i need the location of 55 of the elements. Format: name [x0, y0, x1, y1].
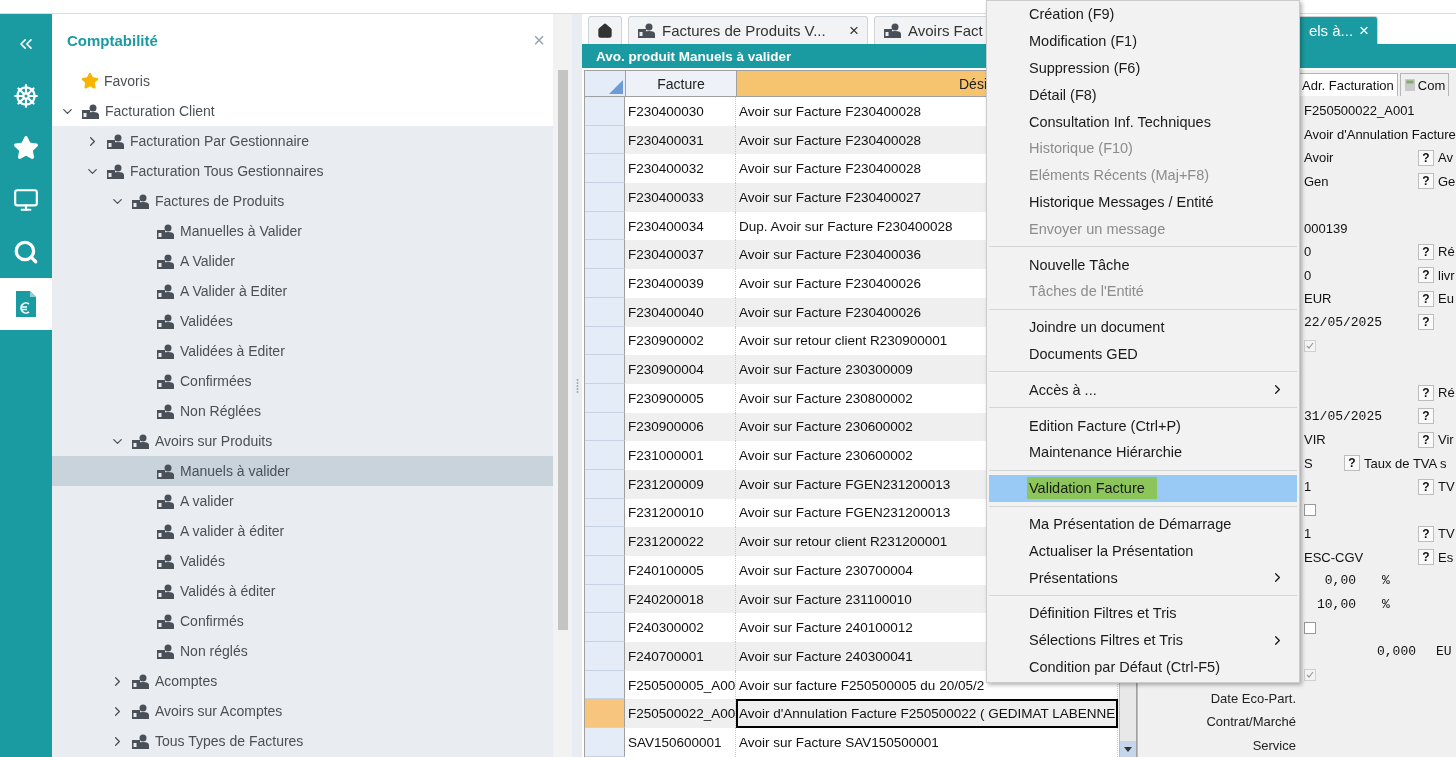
table-cell: Avoir sur Facture SAV150500001 — [736, 728, 1118, 757]
tree-label: Validés — [180, 553, 225, 569]
field-description: TV — [1438, 479, 1455, 495]
tree-label: Validés à éditer — [180, 583, 276, 599]
tree-label: A Valider — [180, 253, 235, 269]
tree-label: Confirmées — [180, 373, 252, 389]
field-description: Taux de TVA s — [1364, 455, 1447, 471]
table-cell: F230400033 — [625, 183, 736, 212]
tree-label: Favoris — [104, 73, 150, 89]
unit-label: % — [1382, 573, 1390, 589]
table-cell: F230400039 — [625, 269, 736, 298]
tree-label: Non Réglées — [180, 403, 261, 419]
field-description: livr — [1438, 267, 1455, 283]
tree-label: Validées — [180, 313, 233, 329]
table-cell: F230900004 — [625, 355, 736, 384]
table-cell: F230900005 — [625, 383, 736, 413]
tree-label: A valider à éditer — [180, 523, 285, 539]
tree-label: Manuelles à Valider — [180, 223, 302, 239]
tree-label: Facturation Tous Gestionnaires — [130, 163, 324, 179]
tree-label: Manuels à valider — [180, 463, 290, 479]
table-cell: Avoir d'Annulation Facture F250500022 ( GEDIMAT LABENNE — [736, 699, 1118, 729]
tree-label: Facturation Par Gestionnaire — [130, 133, 309, 149]
panel-title: Comptabilité — [67, 31, 158, 49]
field-description: Ré — [1438, 244, 1455, 260]
tree-label: Validées à Editer — [180, 343, 285, 359]
field-description: Ré — [1438, 385, 1455, 401]
view-title: Avo. produit Manuels à valider — [596, 48, 792, 64]
field-label: Service — [1252, 737, 1296, 753]
tree-label: Acomptes — [155, 673, 218, 689]
field-description: TV — [1438, 526, 1455, 542]
table-cell: SAV150600001 — [625, 728, 736, 757]
field-description: Vir — [1438, 432, 1454, 448]
unit-label: % — [1382, 596, 1390, 612]
field-description: Eu — [1438, 291, 1454, 307]
unit-label: EU — [1436, 643, 1452, 659]
table-cell: F240100005 — [625, 556, 736, 585]
table-cell: F230400040 — [625, 297, 736, 327]
tree-label: Confirmés — [180, 613, 244, 629]
tree-label: Facturation Client — [105, 103, 215, 119]
tree-label: A Valider à Editer — [180, 283, 288, 299]
field-description: Es — [1438, 549, 1454, 565]
field-description: Av — [1438, 150, 1453, 166]
table-cell: F230400030 — [625, 97, 736, 126]
tree-label: Non réglés — [180, 643, 248, 659]
table-cell: F231200009 — [625, 469, 736, 499]
table-cell: F240700001 — [625, 642, 736, 671]
field-label: Date Eco-Part. — [1210, 690, 1296, 706]
table-cell: F231000001 — [625, 441, 736, 470]
tree-label: Avoirs sur Acomptes — [155, 703, 283, 719]
tree-label: Avoirs sur Produits — [155, 433, 273, 449]
field-description: Ge — [1438, 173, 1456, 189]
field-label: Contrat/Marché — [1206, 714, 1296, 730]
tree-label: A valider — [180, 493, 234, 509]
tree-label: Factures de Produits — [155, 193, 285, 209]
tree-label: Tous Types de Factures — [155, 733, 304, 749]
